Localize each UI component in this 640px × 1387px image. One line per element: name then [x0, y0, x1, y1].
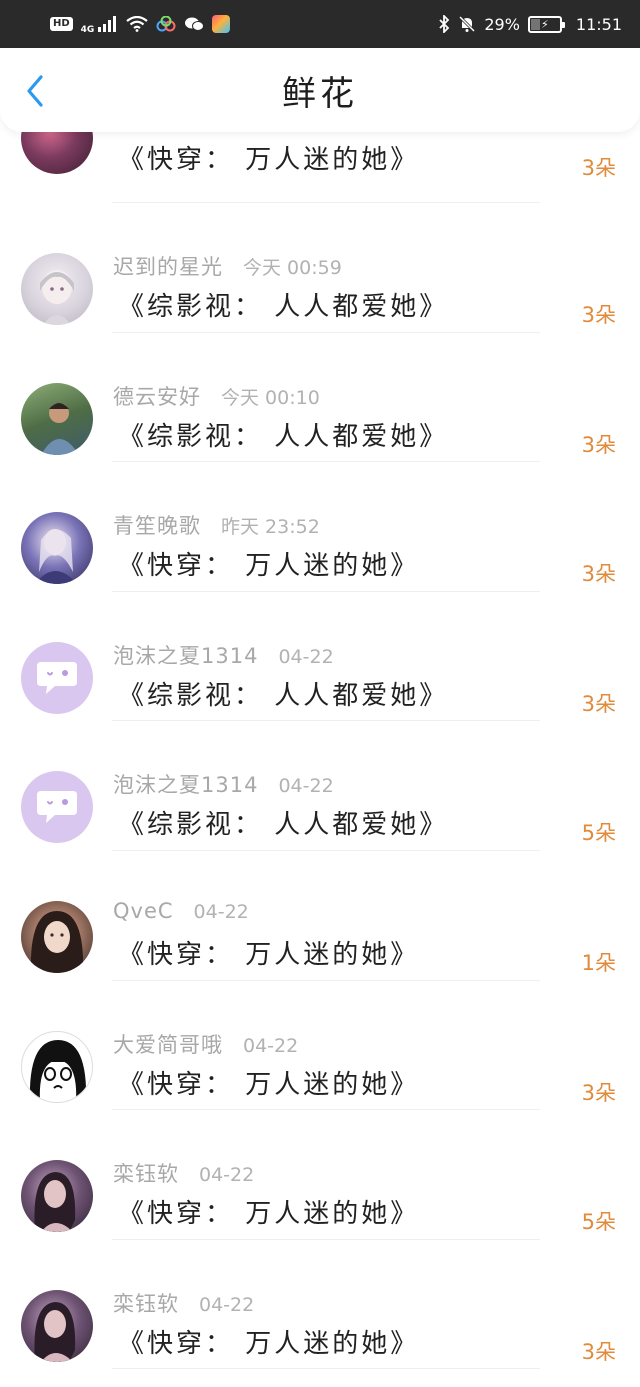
- chat-bubble-icon: [37, 661, 77, 694]
- anime-avatar-illustration: [35, 529, 77, 585]
- status-bar: HD 4G 29% ⚡ 11:51: [0, 0, 640, 48]
- book-title: 《综影视： 人人都爱她》: [118, 680, 449, 711]
- page-title: 鲜花: [282, 73, 358, 114]
- chevron-left-icon: [27, 75, 43, 107]
- app-tile-icon: [212, 15, 231, 33]
- book-title: 《快穿： 万人迷的她》: [118, 1199, 420, 1230]
- avatar[interactable]: [21, 771, 93, 844]
- list-item[interactable]: QveC 04-22 《快穿： 万人迷的她》 1朵: [0, 850, 640, 981]
- photo-avatar-illustration: [34, 1301, 76, 1362]
- status-left-group: HD 4G: [50, 13, 231, 35]
- photo-avatar-illustration: [41, 402, 79, 455]
- back-button[interactable]: [20, 74, 50, 108]
- network-type: 4G: [80, 25, 95, 35]
- flower-count: 3朵: [581, 562, 616, 587]
- flower-count: 3朵: [581, 156, 616, 180]
- book-title: 《综影视： 人人都爱她》: [118, 810, 449, 841]
- avatar[interactable]: [21, 253, 93, 325]
- flower-count: 1朵: [581, 950, 616, 975]
- wechat-icon: [184, 16, 205, 32]
- timestamp: 04-22: [278, 645, 334, 668]
- charging-bolt-icon: ⚡: [541, 17, 549, 31]
- timestamp: 04-22: [199, 1293, 255, 1316]
- list-item[interactable]: 泡沫之夏1314 04-22 《综影视： 人人都爱她》 5朵: [0, 721, 640, 851]
- gift-list: 《快穿： 万人迷的她》 3朵 迟到的星光 今天 00:59 《综影视： 人人都爱…: [0, 102, 640, 1370]
- user-name[interactable]: 德云安好: [113, 381, 201, 411]
- timestamp: 今天 00:10: [221, 386, 320, 409]
- user-name[interactable]: 泡沫之夏1314: [113, 769, 258, 799]
- row-meta: 迟到的星光 今天 00:59: [113, 251, 342, 281]
- list-item[interactable]: 德云安好 今天 00:10 《综影视： 人人都爱她》 3朵: [0, 332, 640, 463]
- timestamp: 04-22: [199, 1164, 255, 1187]
- photo-avatar-illustration: [34, 1172, 76, 1233]
- battery-icon: ⚡: [527, 15, 565, 33]
- flower-count: 3朵: [581, 303, 616, 327]
- book-title: 《快穿： 万人迷的她》: [118, 1069, 420, 1100]
- app-rings-icon: [156, 16, 176, 32]
- row-meta: QveC 04-22: [113, 899, 249, 923]
- timestamp: 04-22: [243, 1034, 299, 1057]
- list-item[interactable]: 迟到的星光 今天 00:59 《综影视： 人人都爱她》 3朵: [0, 203, 640, 333]
- flower-count: 5朵: [581, 821, 616, 846]
- book-title: 《快穿： 万人迷的她》: [118, 1328, 420, 1359]
- row-meta: 泡沫之夏1314 04-22: [113, 640, 334, 670]
- timestamp: 04-22: [278, 775, 334, 798]
- list-item[interactable]: 大爱简哥哦 04-22 《快穿： 万人迷的她》 3朵: [0, 980, 640, 1111]
- flower-count: 3朵: [581, 1339, 616, 1364]
- row-meta: 栾钰软 04-22: [113, 1288, 254, 1318]
- book-title: 《快穿： 万人迷的她》: [118, 551, 420, 582]
- row-meta: 青笙晚歌 昨天 23:52: [113, 510, 320, 540]
- user-name[interactable]: 大爱简哥哦: [113, 1029, 223, 1059]
- chat-bubble-icon: [37, 791, 77, 824]
- timestamp: 昨天 23:52: [221, 516, 320, 539]
- avatar[interactable]: [21, 1289, 93, 1362]
- list-item[interactable]: 泡沫之夏1314 04-22 《综影视： 人人都爱她》 3朵: [0, 591, 640, 722]
- flower-count: 3朵: [581, 432, 616, 457]
- list-item[interactable]: 青笙晚歌 昨天 23:52 《快穿： 万人迷的她》 3朵: [0, 462, 640, 592]
- avatar[interactable]: [21, 382, 93, 455]
- avatar[interactable]: [21, 1030, 93, 1103]
- book-title: 《综影视： 人人都爱她》: [118, 292, 449, 322]
- user-name[interactable]: 泡沫之夏1314: [113, 640, 258, 670]
- user-name[interactable]: 栾钰软: [113, 1288, 179, 1318]
- avatar[interactable]: [21, 900, 93, 973]
- flower-count: 3朵: [581, 1080, 616, 1105]
- status-right-group: 29% ⚡ 11:51: [438, 15, 622, 34]
- status-clock: 11:51: [575, 14, 622, 34]
- user-name[interactable]: 迟到的星光: [113, 251, 223, 281]
- user-name[interactable]: QveC: [113, 899, 174, 923]
- nav-bar: 鲜花: [0, 48, 640, 132]
- book-title: 《快穿： 万人迷的她》: [118, 939, 420, 970]
- timestamp: 04-22: [193, 900, 249, 923]
- list-item[interactable]: 栾钰软 04-22 《快穿： 万人迷的她》 3朵: [0, 1239, 640, 1370]
- avatar[interactable]: [21, 1160, 93, 1233]
- hd-badge: HD: [50, 17, 73, 31]
- user-name[interactable]: 栾钰软: [113, 1158, 179, 1188]
- battery-percent: 29%: [484, 14, 520, 34]
- book-title: 《快穿： 万人迷的她》: [118, 145, 420, 175]
- book-title: 《综影视： 人人都爱她》: [118, 421, 449, 452]
- anime-avatar-illustration: [40, 270, 74, 325]
- flower-count: 3朵: [581, 691, 616, 716]
- mute-bell-icon: [458, 15, 476, 33]
- row-meta: 栾钰软 04-22: [113, 1158, 254, 1188]
- timestamp: 今天 00:59: [243, 257, 342, 279]
- bluetooth-icon: [438, 15, 450, 33]
- user-name[interactable]: 青笙晚歌: [113, 510, 201, 540]
- wifi-icon: [126, 16, 149, 32]
- list-item[interactable]: 栾钰软 04-22 《快穿： 万人迷的她》 5朵: [0, 1110, 640, 1240]
- row-meta: 泡沫之夏1314 04-22: [113, 769, 334, 799]
- row-meta: 大爱简哥哦 04-22: [113, 1029, 298, 1059]
- avatar[interactable]: [21, 512, 93, 585]
- row-meta: 德云安好 今天 00:10: [113, 381, 320, 411]
- avatar[interactable]: [21, 641, 93, 714]
- manga-avatar-illustration: [29, 1039, 87, 1102]
- flower-count: 5朵: [581, 1210, 616, 1235]
- signal-icon: [98, 16, 118, 32]
- battery-level-fill: [530, 18, 540, 30]
- photo-avatar-illustration: [30, 910, 84, 973]
